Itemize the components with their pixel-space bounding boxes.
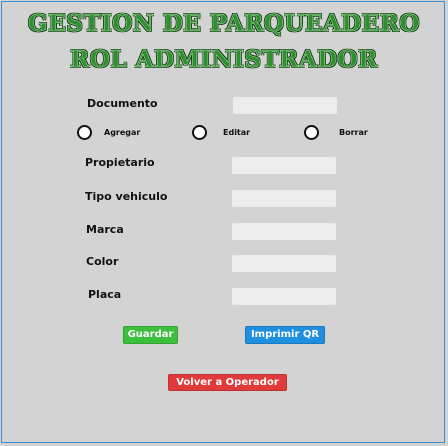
marca-label: Marca: [86, 223, 124, 236]
page-title-line1: GESTION DE PARQUEADERO: [28, 10, 420, 37]
radio-borrar-label: Borrar: [339, 128, 368, 137]
radio-agregar[interactable]: [77, 125, 92, 140]
guardar-button[interactable]: Guardar: [123, 326, 178, 344]
placa-label: Placa: [88, 288, 122, 301]
propietario-input[interactable]: [232, 157, 336, 174]
radio-editar-label: Editar: [223, 128, 251, 137]
propietario-label: Propietario: [85, 156, 155, 169]
volver-operador-button[interactable]: Volver a Operador: [168, 374, 287, 391]
placa-input[interactable]: [232, 288, 336, 305]
radio-borrar[interactable]: [304, 125, 319, 140]
color-input[interactable]: [232, 255, 336, 272]
documento-label: Documento: [87, 97, 158, 110]
marca-input[interactable]: [232, 223, 336, 240]
documento-input[interactable]: [233, 97, 337, 114]
color-label: Color: [86, 255, 119, 268]
tipo-vehiculo-input[interactable]: [232, 190, 336, 207]
imprimir-qr-button[interactable]: Imprimir QR: [245, 326, 325, 344]
page-title-line2: ROL ADMINISTRADOR: [70, 46, 378, 73]
tipo-vehiculo-label: Tipo vehiculo: [85, 190, 168, 203]
radio-agregar-label: Agregar: [104, 128, 141, 137]
radio-editar[interactable]: [192, 125, 207, 140]
